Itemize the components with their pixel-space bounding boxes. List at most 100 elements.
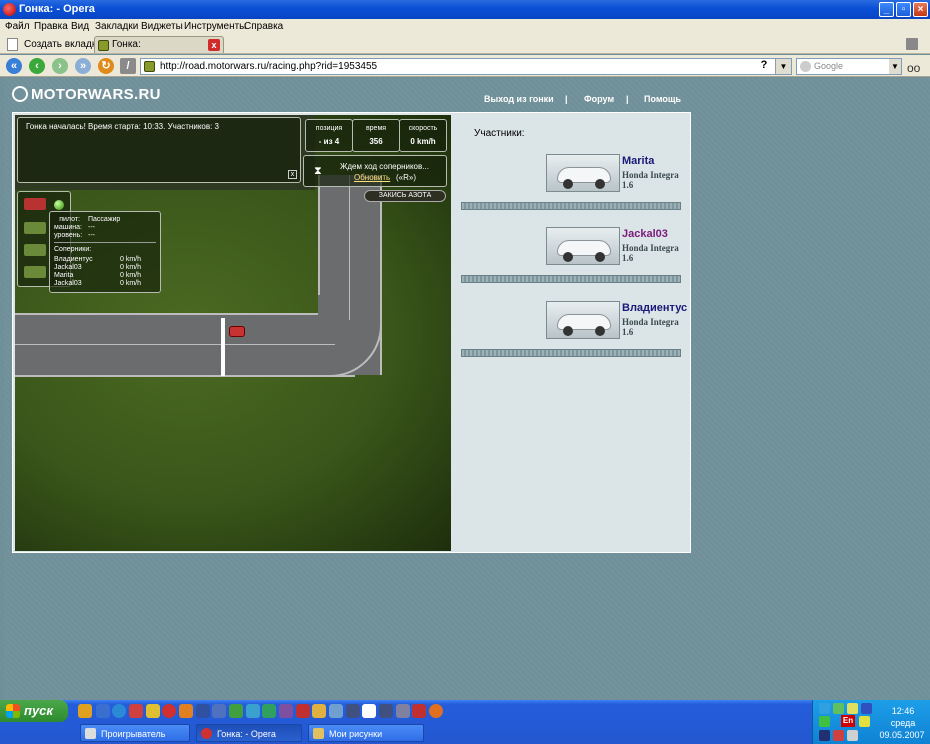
close-icon[interactable]: x	[288, 170, 297, 179]
minimize-button[interactable]: _	[879, 2, 894, 17]
rival-speed: 0 km/h	[120, 256, 142, 263]
car-value: ---	[88, 224, 95, 231]
car-thumbnail[interactable]	[546, 227, 620, 265]
refresh-link[interactable]: Обновить	[354, 173, 390, 182]
close-button[interactable]: ×	[913, 2, 928, 17]
task-my-pictures[interactable]: Мои рисунки	[308, 724, 424, 742]
clock-date: 09.05.2007	[879, 730, 925, 740]
tray-icon[interactable]	[833, 730, 844, 741]
taskbar: пуск Проигрыватель Win... Гонка: - Opera…	[0, 700, 930, 744]
tab-race[interactable]: Гонка: x	[94, 36, 224, 53]
firefox-icon[interactable]	[429, 704, 443, 718]
quicklaunch-icon[interactable]	[329, 704, 343, 718]
participant-name[interactable]: Jackal03	[622, 228, 668, 240]
menu-widgets[interactable]: Виджеты	[141, 21, 183, 32]
back-icon[interactable]: ‹	[29, 58, 45, 74]
race-track[interactable]: Гонка началась! Время старта: 10:33. Уча…	[15, 115, 451, 551]
site-favicon-icon	[144, 61, 155, 72]
ie-icon[interactable]	[112, 704, 126, 718]
language-indicator[interactable]: En	[841, 715, 855, 727]
quicklaunch-icon[interactable]	[212, 704, 226, 718]
search-input[interactable]: Google ▼	[796, 58, 902, 75]
reload-icon[interactable]: ↻	[98, 58, 114, 74]
brake-icon[interactable]	[24, 266, 46, 278]
tray-icon[interactable]	[833, 703, 844, 714]
clock-time[interactable]: 12:46	[883, 706, 923, 716]
tray-icon[interactable]	[819, 730, 830, 741]
gear-down-icon[interactable]	[24, 244, 46, 256]
opera-icon	[3, 3, 16, 16]
car-thumbnail[interactable]	[546, 301, 620, 339]
rival-name: Jackal03	[54, 264, 82, 271]
participant-name[interactable]: Владиентус	[622, 302, 687, 314]
chat-message: Гонка началась! Время старта: 10:33. Уча…	[26, 122, 220, 131]
quicklaunch-icon[interactable]	[96, 704, 110, 718]
quicklaunch-icon[interactable]	[279, 704, 293, 718]
title-bar: Гонка: - Opera _ ▫ ×	[0, 0, 930, 19]
tab-label: Гонка:	[112, 39, 141, 50]
task-media-player[interactable]: Проигрыватель Win...	[80, 724, 190, 742]
tray-icon[interactable]	[819, 703, 830, 714]
trash-icon[interactable]	[906, 38, 918, 50]
fast-forward-icon[interactable]: »	[75, 58, 91, 74]
site-logo[interactable]: MOTORWARS.RU	[12, 86, 161, 103]
forum-link[interactable]: Форум	[584, 94, 614, 104]
quicklaunch-icon[interactable]	[362, 704, 376, 718]
car-thumbnail[interactable]	[546, 154, 620, 192]
menu-tools[interactable]: Инструменты	[184, 21, 246, 32]
participant-car: Honda Integra 1.6	[622, 243, 679, 263]
quicklaunch-icon[interactable]	[296, 704, 310, 718]
quicklaunch-icon[interactable]	[379, 704, 393, 718]
glasses-icon[interactable]: oo	[907, 61, 920, 75]
quicklaunch-icon[interactable]	[262, 704, 276, 718]
participant-name[interactable]: Marita	[622, 155, 654, 167]
edit-icon[interactable]: /	[120, 58, 136, 74]
quicklaunch-icon[interactable]	[179, 704, 193, 718]
maximize-button[interactable]: ▫	[896, 2, 911, 17]
chevron-down-icon[interactable]: ▼	[889, 59, 901, 74]
quicklaunch-icon[interactable]	[346, 704, 360, 718]
player-car[interactable]	[229, 326, 245, 337]
rival-speed: 0 km/h	[120, 272, 142, 279]
menu-edit[interactable]: Правка	[34, 21, 68, 32]
participants-title: Участники:	[474, 128, 525, 139]
menu-view[interactable]: Вид	[71, 21, 89, 32]
tray-icon[interactable]	[847, 730, 858, 741]
gear-up-icon[interactable]	[24, 222, 46, 234]
quicklaunch-icon[interactable]	[312, 704, 326, 718]
menu-bookmarks[interactable]: Закладки	[95, 21, 138, 32]
opera-icon[interactable]	[162, 704, 176, 718]
tray-icon[interactable]	[819, 716, 830, 727]
quicklaunch-icon[interactable]	[412, 704, 426, 718]
quicklaunch-icon[interactable]	[146, 704, 160, 718]
start-button[interactable]: пуск	[0, 700, 68, 722]
forward-icon[interactable]: ›	[52, 58, 68, 74]
new-tab-button[interactable]: Создать вкладку	[6, 37, 101, 52]
tray-icon[interactable]	[859, 716, 870, 727]
task-opera[interactable]: Гонка: - Opera	[196, 724, 302, 742]
logo-circle-icon	[12, 86, 28, 102]
car-control-icon[interactable]	[24, 198, 46, 210]
menu-help[interactable]: Справка	[244, 21, 283, 32]
exit-race-link[interactable]: Выход из гонки	[484, 94, 554, 104]
tray-icon[interactable]	[847, 703, 858, 714]
menu-file[interactable]: Файл	[5, 21, 30, 32]
navigation-bar: « ‹ › » ↻ / http://road.motorwars.ru/rac…	[0, 55, 930, 77]
tray-icon[interactable]	[861, 703, 872, 714]
rewind-icon[interactable]: «	[6, 58, 22, 74]
quicklaunch-icon[interactable]	[196, 704, 210, 718]
chevron-down-icon[interactable]: ▼	[775, 59, 791, 74]
nitro-button[interactable]: ЗАКИСЬ АЗОТА	[364, 190, 446, 202]
nav-separator: |	[626, 94, 629, 104]
quicklaunch-icon[interactable]	[78, 704, 92, 718]
quicklaunch-icon[interactable]	[396, 704, 410, 718]
quicklaunch-icon[interactable]	[229, 704, 243, 718]
quicklaunch-icon[interactable]	[246, 704, 260, 718]
help-icon[interactable]: ?	[757, 59, 771, 74]
close-tab-icon[interactable]: x	[208, 39, 220, 51]
address-bar[interactable]: http://road.motorwars.ru/racing.php?rid=…	[140, 58, 792, 75]
help-link[interactable]: Помощь	[644, 94, 681, 104]
quicklaunch-icon[interactable]	[129, 704, 143, 718]
speed-stat: скорость 0 km/h	[399, 119, 447, 152]
level-label: уровень:	[54, 232, 83, 239]
